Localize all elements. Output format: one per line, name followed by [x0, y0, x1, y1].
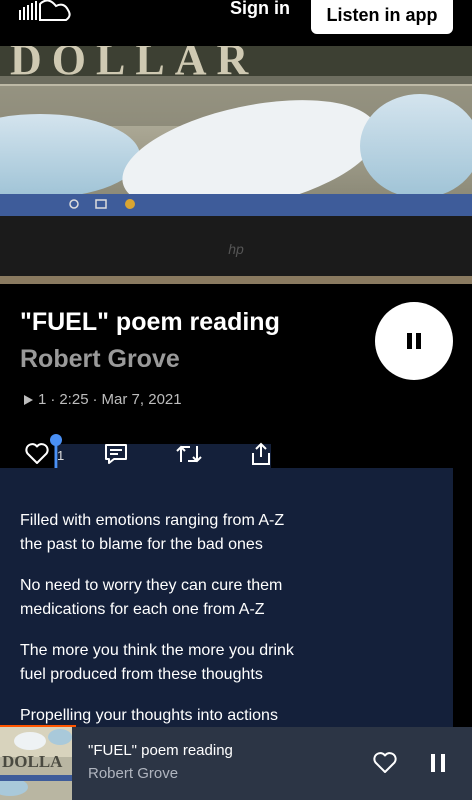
- meta-separator: ·: [92, 391, 98, 408]
- description-line: Propelling your thoughts into actions: [20, 707, 278, 724]
- mini-player[interactable]: DOLLA "FUEL" poem reading Robert Grove: [0, 727, 472, 800]
- track-artwork: DOLLAR hp: [0, 46, 472, 284]
- meta-separator: ·: [50, 391, 56, 408]
- duration: 2:25: [59, 391, 89, 408]
- mini-player-title: "FUEL" poem reading: [88, 742, 233, 759]
- description-line: fuel produced from these thoughts: [20, 666, 263, 683]
- description-line: No need to worry they can cure them: [20, 577, 283, 594]
- heart-icon: [25, 443, 49, 464]
- description-paragraph: Propelling your thoughts into actions: [20, 704, 453, 728]
- soundcloud-logo-icon[interactable]: [18, 0, 74, 22]
- description-paragraph: Filled with emotions ranging from A-Z th…: [20, 509, 453, 557]
- comment-button[interactable]: [104, 442, 128, 466]
- mini-player-artist: Robert Grove: [88, 765, 179, 782]
- laptop-logo: hp: [228, 241, 244, 257]
- scrub-handle[interactable]: [50, 434, 62, 472]
- pause-icon: [407, 333, 421, 349]
- track-meta: 1 · 2:25 · Mar 7, 2021: [22, 391, 182, 408]
- listen-in-app-button[interactable]: Listen in app: [311, 0, 453, 34]
- pause-icon: [431, 754, 445, 772]
- description-line: the past to blame for the bad ones: [20, 536, 263, 553]
- pause-button[interactable]: [375, 302, 453, 380]
- repost-icon: [176, 445, 202, 463]
- description-paragraph: No need to worry they can cure them medi…: [20, 574, 453, 622]
- play-count-icon: [24, 394, 33, 405]
- share-button[interactable]: [249, 442, 273, 466]
- track-description: Filled with emotions ranging from A-Z th…: [0, 468, 453, 728]
- mini-artwork-text: DOLLA: [2, 752, 63, 771]
- description-line: The more you think the more you drink: [20, 642, 294, 659]
- upload-date: Mar 7, 2021: [101, 391, 182, 408]
- playback-progress-bar: [0, 725, 76, 727]
- mini-player-artwork: DOLLA: [0, 727, 72, 800]
- description-line: Filled with emotions ranging from A-Z: [20, 512, 285, 529]
- share-icon: [252, 442, 270, 465]
- description-line: medications for each one from A-Z: [20, 601, 265, 618]
- mini-pause-button[interactable]: [430, 753, 446, 778]
- heart-icon: [373, 752, 397, 773]
- sign-in-link[interactable]: Sign in: [230, 0, 290, 19]
- repost-button[interactable]: [176, 442, 202, 466]
- top-nav-bar: Sign in Listen in app: [0, 0, 472, 46]
- artist-name[interactable]: Robert Grove: [20, 345, 180, 374]
- mini-like-button[interactable]: [372, 751, 398, 780]
- play-count: 1: [38, 391, 47, 408]
- like-button[interactable]: [24, 442, 50, 466]
- description-paragraph: The more you think the more you drink fu…: [20, 639, 453, 687]
- actions-highlight: [58, 444, 271, 470]
- comment-icon: [105, 444, 127, 464]
- track-title: "FUEL" poem reading: [20, 308, 280, 336]
